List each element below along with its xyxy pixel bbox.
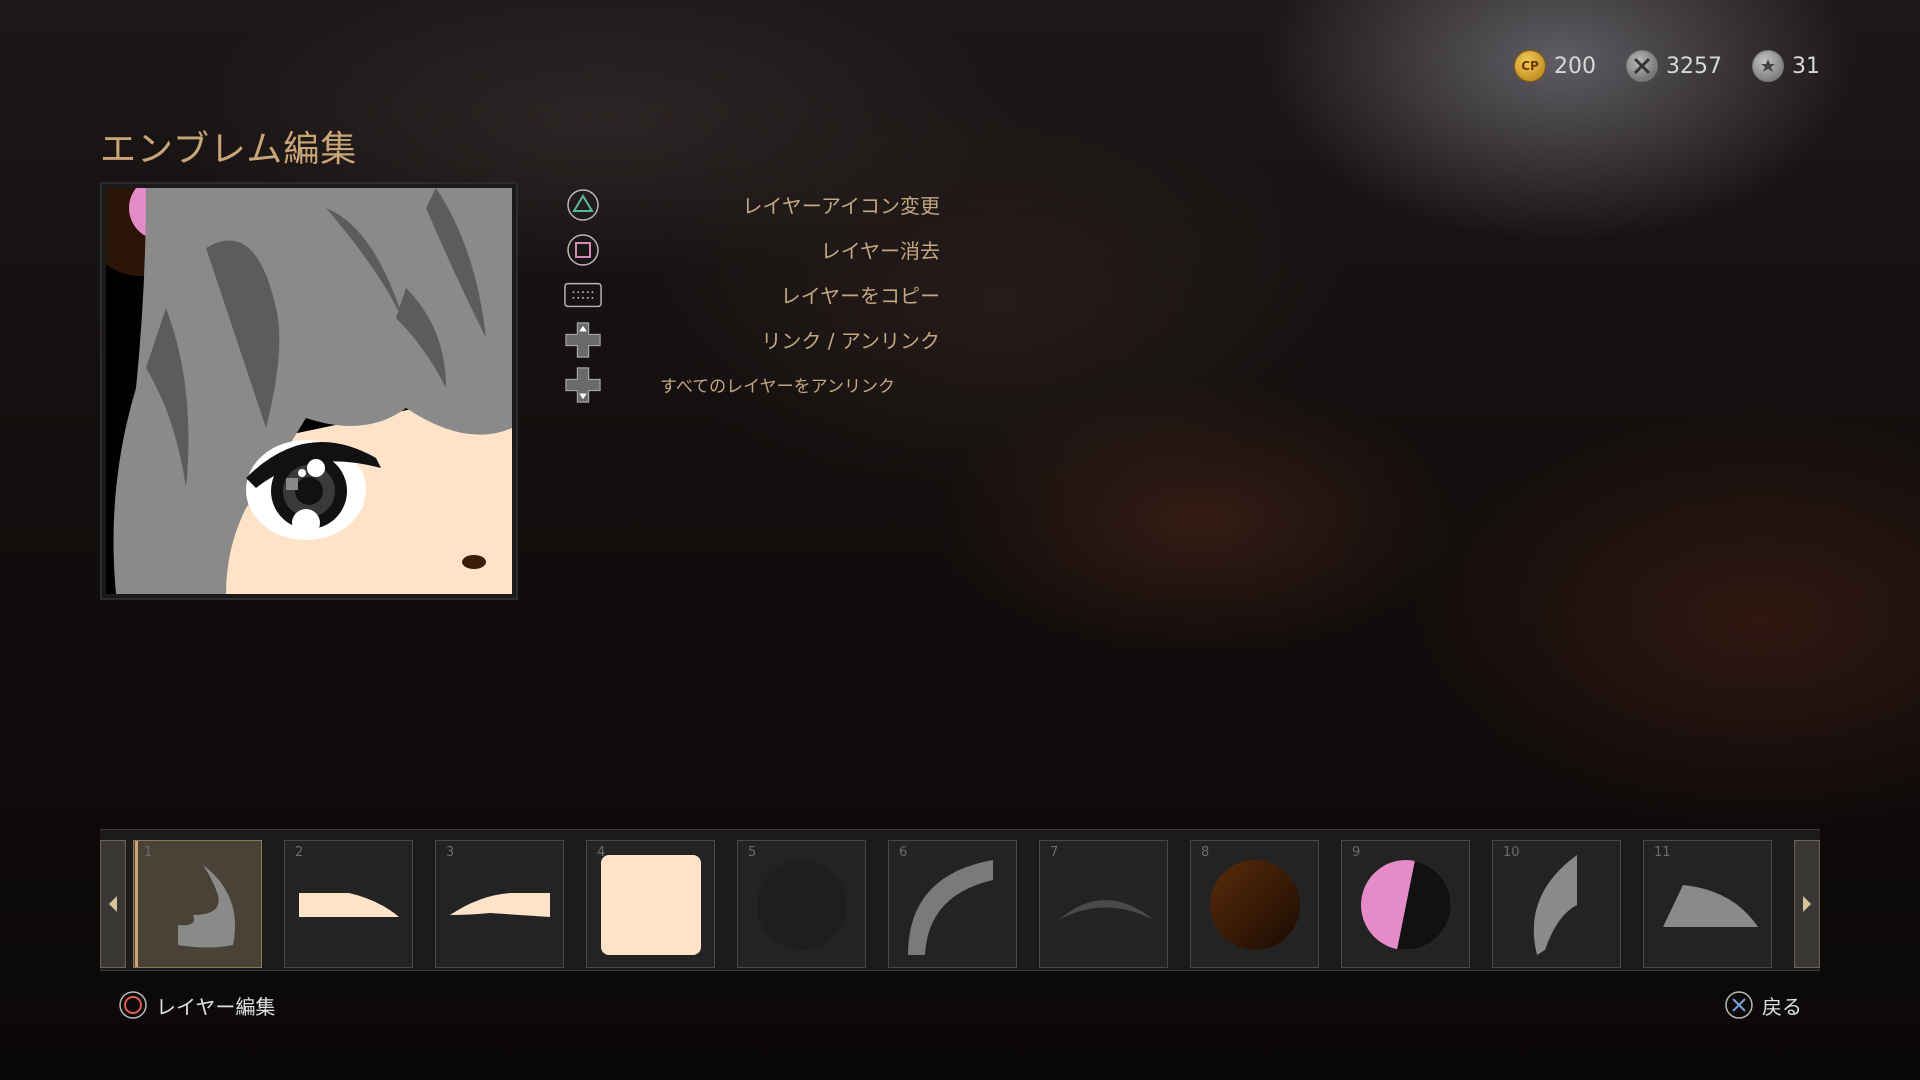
eyebrow-shape-icon — [299, 893, 399, 917]
rounded-square-icon — [601, 855, 701, 955]
tools-amount: 3257 — [1666, 53, 1722, 79]
stars-balance: 31 — [1752, 50, 1820, 82]
layer-slot-6[interactable]: 6 — [888, 840, 1017, 968]
action-link-unlink[interactable]: リンク / アンリンク — [560, 317, 940, 362]
claw-shape-icon — [1533, 855, 1577, 955]
layer-slot-4[interactable]: 4 — [586, 840, 715, 968]
layer-slot-3[interactable]: 3 — [435, 840, 564, 968]
emblem-preview — [100, 182, 518, 600]
layer-slot-8[interactable]: 8 — [1190, 840, 1319, 968]
circle-icon — [757, 860, 847, 950]
hair-curl-shape-icon — [178, 865, 235, 948]
action-label: レイヤーをコピー — [780, 284, 940, 308]
action-copy-layer[interactable]: レイヤーをコピー — [560, 272, 940, 317]
circle-button-icon — [119, 991, 147, 1019]
edit-layer-prompt[interactable]: レイヤー編集 — [118, 990, 275, 1020]
layer-actions: レイヤーアイコン変更 レイヤー消去 レイヤーをコピー リンク / アンリンク す… — [560, 182, 940, 407]
scroll-left-button[interactable] — [100, 840, 126, 968]
layer-slot-10[interactable]: 10 — [1492, 840, 1621, 968]
stars-amount: 31 — [1792, 53, 1820, 79]
action-change-icon[interactable]: レイヤーアイコン変更 — [560, 182, 940, 227]
cp-amount: 200 — [1554, 53, 1596, 79]
dpad-down-icon — [564, 366, 602, 404]
dpad-up-icon — [564, 321, 602, 359]
cross-button-icon — [1725, 991, 1753, 1019]
cp-balance: CP 200 — [1514, 50, 1596, 82]
thin-arc-icon — [1059, 900, 1154, 920]
emblem-canvas — [106, 188, 512, 594]
layer-slot-7[interactable]: 7 — [1039, 840, 1168, 968]
triangle-button-icon — [564, 186, 602, 224]
back-prompt[interactable]: 戻る — [1724, 990, 1802, 1020]
action-delete-layer[interactable]: レイヤー消去 — [560, 227, 940, 272]
arc-shape-icon — [908, 860, 993, 955]
star-medal-icon — [1752, 50, 1784, 82]
back-label: 戻る — [1762, 994, 1802, 1019]
layer-strip: 1 2 3 4 5 6 7 8 9 10 11 — [100, 829, 1820, 971]
layer-slot-1[interactable]: 1 — [133, 840, 262, 968]
layer-slot-9[interactable]: 9 — [1341, 840, 1470, 968]
action-label: リンク / アンリンク — [761, 329, 940, 353]
tools-balance: 3257 — [1626, 50, 1722, 82]
eyebrow-shape-icon — [450, 893, 550, 917]
circle-icon — [1210, 860, 1300, 950]
action-unlink-all[interactable]: すべてのレイヤーをアンリンク — [560, 362, 940, 407]
layer-slot-11[interactable]: 11 — [1643, 840, 1772, 968]
scroll-right-button[interactable] — [1794, 840, 1820, 968]
wedge-shape-icon — [1663, 885, 1758, 927]
arrow-right-icon — [1803, 896, 1811, 912]
touchpad-icon — [564, 276, 602, 314]
edit-layer-label: レイヤー編集 — [156, 994, 276, 1019]
action-label: レイヤーアイコン変更 — [742, 194, 940, 218]
page-title: エンブレム編集 — [100, 129, 358, 170]
currency-bar: CP 200 3257 31 — [1514, 50, 1820, 82]
action-label: レイヤー消去 — [820, 239, 940, 263]
arrow-left-icon — [109, 896, 117, 912]
square-button-icon — [564, 231, 602, 269]
cp-coin-icon: CP — [1514, 50, 1546, 82]
action-label: すべてのレイヤーをアンリンク — [660, 377, 895, 397]
layer-slot-5[interactable]: 5 — [737, 840, 866, 968]
crossed-tools-icon — [1626, 50, 1658, 82]
circle-icon — [1361, 860, 1451, 950]
layer-slot-2[interactable]: 2 — [284, 840, 413, 968]
